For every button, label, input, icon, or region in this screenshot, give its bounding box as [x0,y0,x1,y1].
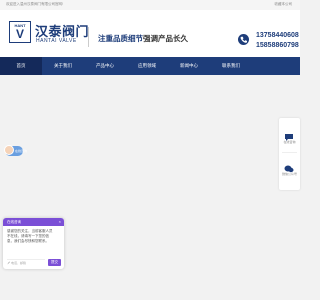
side-float-panel: 在线咨询 微信公众号 [279,118,300,190]
side-online-label[interactable]: 在线咨询 [279,140,300,144]
slogan: 注重品质细节强调产品长久 [98,33,188,44]
brand-english: HANTAI VALVE [36,38,77,44]
close-icon[interactable]: × [59,219,61,224]
consult-tag[interactable]: 在线咨询 [4,145,27,156]
slogan-highlight: 注重品质细节 [98,34,143,43]
side-wechat-label[interactable]: 微信公众号 [279,172,300,176]
nav-item-home[interactable]: 首页 [0,57,42,75]
wechat-icon[interactable] [284,160,294,173]
nav-item-news[interactable]: 新闻中心 [168,57,210,75]
nav-item-applications[interactable]: 应用领域 [126,57,168,75]
chat-icon[interactable] [284,128,294,141]
phone-icon [238,34,249,45]
pencil-icon [7,261,10,265]
chat-header: 在线咨询 × [3,218,64,226]
main-nav: 首页 关于我们 产品中心 应用领域 新闻中心 联系我们 [0,57,300,75]
nav-item-products[interactable]: 产品中心 [84,57,126,75]
nav-item-about[interactable]: 关于我们 [42,57,84,75]
logo-v-text: V [15,27,24,41]
header: HANT V 汉泰阀门 HANTAI VALVE 注重品质细节强调产品长久 13… [0,10,300,57]
chat-widget: 在线咨询 × 感谢您的关注，当前客服人员不在线，请填写一下您的信息，我们会尽快和… [3,218,64,269]
side-separator [282,152,297,153]
submit-button[interactable]: 提交 [48,259,61,266]
nav-item-contact[interactable]: 联系我们 [210,57,252,75]
welcome-text: 欢迎进入温州汉泰阀门有限公司官网! [6,2,63,6]
chat-title: 在线咨询 [7,220,21,224]
header-divider [88,27,89,47]
slogan-rest: 强调产品长久 [143,34,188,43]
chat-message: 感谢您的关注，当前客服人员不在线，请填写一下您的信息，我们会尽快和您联系。 [7,229,53,243]
consult-tag-label: 在线咨询 [15,149,28,153]
favorite-link[interactable]: 收藏本公司 [275,2,293,7]
phone-number-1[interactable]: 13758440608 [256,32,299,39]
contact-input-placeholder: 电话、邮箱 [11,261,27,265]
avatar [4,145,14,155]
phone-number-2[interactable]: 15858860798 [256,42,299,49]
contact-input[interactable]: 电话、邮箱 [7,259,45,267]
logo-icon[interactable]: HANT V [9,21,31,43]
